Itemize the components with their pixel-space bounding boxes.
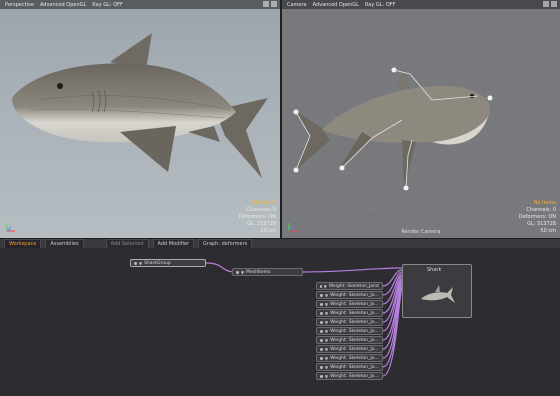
viewport-info: No Items Channels: 0 Deformers: ON GL: 3…: [518, 200, 556, 234]
weight-node-label: Weight: Skeleton_Jo...: [330, 310, 379, 316]
weight-node[interactable]: ▼ Weight: Skeleton_Jo...: [316, 372, 383, 380]
weight-node-label: Weight: Skeleton_Jo...: [330, 328, 379, 334]
graph-selector[interactable]: Graph: deformers: [198, 238, 253, 249]
weight-node[interactable]: ▼ Weight: Skeleton_Joint: [316, 282, 383, 290]
node-input-dot[interactable]: [320, 311, 323, 315]
node-input-dot[interactable]: [320, 320, 323, 324]
expand-arrow-icon[interactable]: ▼: [325, 293, 328, 298]
expand-arrow-icon[interactable]: ▼: [325, 320, 328, 325]
node-input-dot[interactable]: [320, 374, 323, 378]
expand-arrow-icon[interactable]: ▼: [325, 302, 328, 307]
weight-node-label: Weight: Skeleton_Jo...: [330, 337, 379, 343]
axis-gizmo-icon: [288, 222, 298, 232]
graph-toolbar: Workspace Assemblies Add Selected Add Mo…: [0, 238, 560, 249]
shark-thumbnail-icon: [421, 285, 455, 303]
expand-arrow-icon[interactable]: ▼: [325, 347, 328, 352]
weight-node-label: Weight: Skeleton_Jo...: [330, 301, 379, 307]
node-input-dot[interactable]: [134, 261, 137, 265]
expand-arrow-icon[interactable]: ▼: [325, 338, 328, 343]
weight-node[interactable]: ▼ Weight: Skeleton_Jo...: [316, 291, 383, 299]
node-graph[interactable]: ▼ SharkGroup ▼ MeshItems Shark ▼ Weight: …: [0, 248, 560, 396]
weight-node[interactable]: ▼ Weight: Skeleton_Jo...: [316, 318, 383, 326]
weight-node[interactable]: ▼ Weight: Skeleton_Jo...: [316, 363, 383, 371]
weight-node[interactable]: ▼ Weight: Skeleton_Jo...: [316, 345, 383, 353]
expand-arrow-icon[interactable]: ▼: [325, 329, 328, 334]
node-input-dot[interactable]: [320, 302, 323, 306]
expand-arrow-icon[interactable]: ▼: [139, 261, 142, 266]
node-input-dot[interactable]: [320, 356, 323, 360]
node-input-dot[interactable]: [320, 365, 323, 369]
camera-viewport[interactable]: Camera Advanced OpenGL Ray GL: OFF Rende…: [282, 0, 560, 238]
node-input-dot[interactable]: [320, 329, 323, 333]
add-selected-button[interactable]: Add Selected: [105, 238, 149, 249]
expand-arrow-icon[interactable]: ▼: [325, 365, 328, 370]
expand-arrow-icon[interactable]: ▼: [324, 284, 327, 289]
viewport-info: No Items Channels: 0 Deformers: ON GL: 3…: [238, 200, 276, 234]
shark-mesh-node[interactable]: Shark: [402, 264, 472, 318]
perspective-viewport[interactable]: Perspective Advanced OpenGL Ray GL: OFF: [0, 0, 280, 238]
weight-node-label: Weight: Skeleton_Jo...: [330, 346, 379, 352]
expand-arrow-icon[interactable]: ▼: [325, 311, 328, 316]
weight-node-label: Weight: Skeleton_Joint: [328, 283, 379, 289]
shark-group-node[interactable]: ▼ SharkGroup: [130, 259, 206, 267]
weight-node[interactable]: ▼ Weight: Skeleton_Jo...: [316, 327, 383, 335]
node-input-dot[interactable]: [320, 338, 323, 342]
axis-gizmo-icon: [6, 222, 16, 232]
weight-node[interactable]: ▼ Weight: Skeleton_Jo...: [316, 354, 383, 362]
node-input-dot[interactable]: [320, 284, 322, 288]
weight-node-label: Weight: Skeleton_Jo...: [330, 373, 379, 379]
expand-arrow-icon[interactable]: ▼: [325, 374, 328, 379]
weight-node-label: Weight: Skeleton_Jo...: [330, 364, 379, 370]
add-modifier-button[interactable]: Add Modifier: [152, 238, 195, 249]
mesh-items-node[interactable]: ▼ MeshItems: [232, 268, 303, 276]
node-input-dot[interactable]: [320, 347, 323, 351]
weight-node[interactable]: ▼ Weight: Skeleton_Jo...: [316, 336, 383, 344]
tab-workspace[interactable]: Workspace: [4, 238, 42, 249]
weight-node[interactable]: ▼ Weight: Skeleton_Jo...: [316, 309, 383, 317]
weight-node-label: Weight: Skeleton_Jo...: [330, 319, 379, 325]
expand-arrow-icon[interactable]: ▼: [325, 356, 328, 361]
weight-node[interactable]: ▼ Weight: Skeleton_Jo...: [316, 300, 383, 308]
expand-arrow-icon[interactable]: ▼: [241, 270, 244, 275]
node-input-dot[interactable]: [320, 293, 323, 297]
tab-assemblies[interactable]: Assemblies: [45, 238, 84, 249]
weight-node-label: Weight: Skeleton_Jo...: [330, 355, 379, 361]
weight-node-label: Weight: Skeleton_Jo...: [330, 292, 379, 298]
node-input-dot[interactable]: [236, 270, 239, 274]
